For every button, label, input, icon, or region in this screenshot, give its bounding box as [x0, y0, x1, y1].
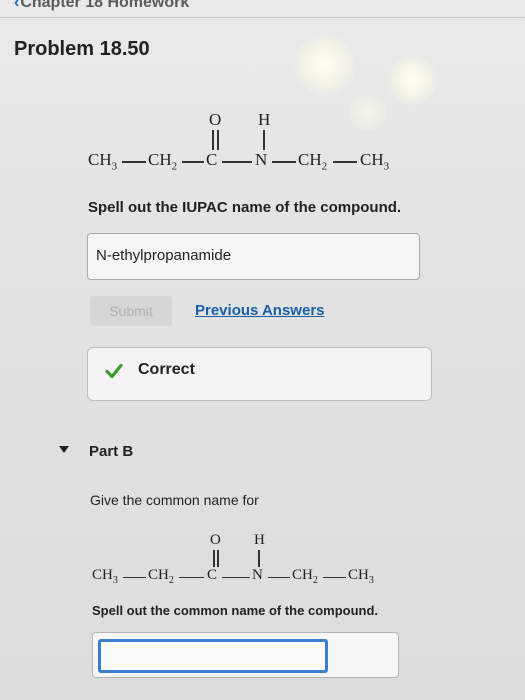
single-bond-line — [123, 577, 146, 579]
ch3-group-right: CH3 — [348, 567, 374, 586]
part-b-prompt: Spell out the common name of the compoun… — [92, 603, 379, 618]
double-bond-line — [217, 550, 219, 567]
ch3-group-left: CH3 — [92, 567, 118, 586]
part-b-answer-input[interactable] — [98, 639, 328, 673]
carbonyl-carbon: C — [207, 567, 218, 583]
oxygen-atom: O — [210, 532, 221, 548]
single-bond-line — [268, 577, 290, 579]
single-bond-line — [222, 577, 250, 579]
hydrogen-atom: H — [254, 532, 265, 548]
structure-part-b: O H CH3 CH2 C N CH2 CH3 — [0, 0, 525, 600]
single-bond-line — [323, 577, 346, 579]
ch2-group-left: CH2 — [148, 567, 174, 586]
single-bond-line — [258, 550, 260, 567]
nitrogen-atom: N — [252, 567, 263, 583]
single-bond-line — [179, 577, 204, 579]
ch2-group-right: CH2 — [292, 567, 318, 586]
double-bond-line — [213, 550, 215, 567]
